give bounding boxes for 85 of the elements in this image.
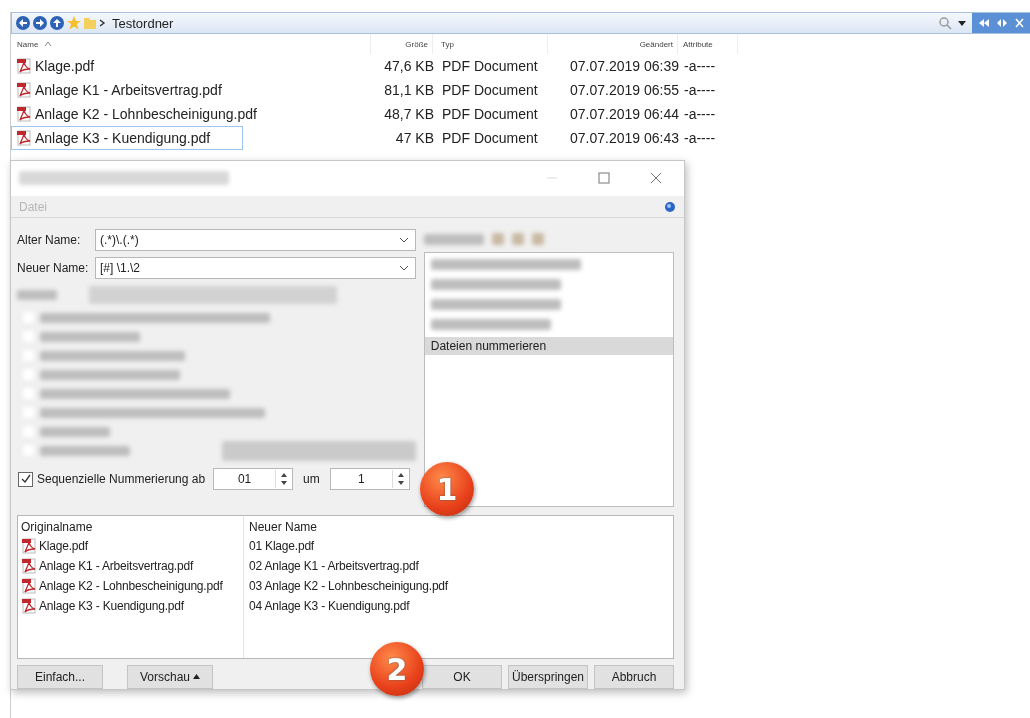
star-icon <box>66 15 82 31</box>
combo-field[interactable]: [#] \1.\2 <box>95 257 416 280</box>
maximize-icon <box>598 172 610 185</box>
list-item[interactable]: Dateien nummerieren <box>424 337 673 356</box>
pdf-file-icon <box>16 106 32 122</box>
redacted-text <box>17 290 57 301</box>
file-attributes: -a---- <box>683 106 717 122</box>
column-header[interactable]: Typ <box>433 34 548 54</box>
new-file-name: 02 Anlage K1 - Arbeitsvertrag.pdf <box>249 558 420 576</box>
new-file-name: 04 Anlage K3 - Kuendigung.pdf <box>249 598 411 616</box>
file-type: PDF Document <box>441 58 539 74</box>
redacted-icon <box>491 233 504 246</box>
file-size: 48,7 KB <box>383 106 434 122</box>
redacted-icon <box>531 233 544 246</box>
file-type: PDF Document <box>441 130 539 146</box>
dialog-button[interactable]: Vorschau <box>127 665 213 689</box>
file-name: Anlage K1 - Arbeitsvertrag.pdf <box>39 559 194 574</box>
caret-up-icon <box>193 674 200 680</box>
file-name: Anlage K3 - Kuendigung.pdf <box>39 599 184 614</box>
file-date: 07.07.2019 06:55 <box>569 82 679 98</box>
column-header[interactable]: Name <box>11 34 371 54</box>
checkmark-icon <box>20 474 31 485</box>
pdf-file-icon <box>16 58 32 74</box>
file-date: 07.07.2019 06:44 <box>569 106 679 122</box>
file-name: Klage.pdf <box>35 58 95 74</box>
dialog-button[interactable]: OK <box>422 665 502 689</box>
forward-icon <box>32 15 48 31</box>
pdf-file-icon <box>16 82 32 98</box>
double-left-arrow-icon <box>978 17 990 29</box>
breadcrumb-folder[interactable]: Testordner <box>112 15 174 31</box>
file-row[interactable]: Anlage K2 - Lohnbescheinigung.pdf 48,7 KB PDF Document 07.07.2019 06:44 -a---- <box>11 102 736 126</box>
file-size: 47,6 KB <box>383 58 434 74</box>
file-name: Anlage K1 - Arbeitsvertrag.pdf <box>35 82 222 98</box>
pdf-file-icon <box>21 538 37 555</box>
file-row[interactable]: Klage.pdf 47,6 KB PDF Document 07.07.2019 06:39 -a---- <box>11 54 736 78</box>
folder-icon <box>83 15 97 31</box>
dialog-button[interactable]: Einfach... <box>17 665 103 689</box>
dialog-button[interactable]: Überspringen <box>508 665 588 689</box>
field-label: Neuer Name: <box>17 261 90 276</box>
file-attributes: -a---- <box>683 82 717 98</box>
dialog-button[interactable]: Abbruch <box>594 665 674 689</box>
column-header[interactable]: Originalname <box>21 520 243 537</box>
back-icon <box>15 15 31 31</box>
file-attributes: -a---- <box>683 130 717 146</box>
field-label: Alter Name: <box>17 233 82 248</box>
redacted-text <box>40 426 110 437</box>
file-name: Anlage K2 - Lohnbescheinigung.pdf <box>39 579 223 594</box>
spin-field[interactable]: 01 <box>213 468 294 491</box>
file-name: Anlage K2 - Lohnbescheinigung.pdf <box>35 106 257 122</box>
file-row[interactable]: Anlage K1 - Arbeitsvertrag.pdf 81,1 KB PDF Document 07.07.2019 06:55 -a---- <box>11 78 736 102</box>
left-right-arrow-icon <box>996 17 1008 29</box>
help-icon <box>664 200 676 213</box>
redacted-icon <box>511 233 524 246</box>
file-type: PDF Document <box>441 82 539 98</box>
search-icon <box>938 16 952 30</box>
file-attributes: -a---- <box>683 58 717 74</box>
spin-field[interactable]: 1 <box>329 468 410 491</box>
file-size: 47 KB <box>394 130 434 146</box>
pdf-file-icon <box>21 558 37 575</box>
file-date: 07.07.2019 06:43 <box>569 130 679 146</box>
redacted-text <box>423 233 484 245</box>
file-type: PDF Document <box>441 106 539 122</box>
pdf-file-icon <box>21 578 37 595</box>
new-file-name: 03 Anlage K2 - Lohnbescheinigung.pdf <box>249 578 448 596</box>
up-icon <box>49 15 65 31</box>
column-header[interactable]: Attribute <box>678 34 738 54</box>
step-label: um <box>303 472 320 487</box>
column-header[interactable]: Größe <box>371 34 433 54</box>
pdf-file-icon <box>16 130 32 146</box>
chevron-down-icon <box>398 236 409 245</box>
file-name: Klage.pdf <box>39 539 88 554</box>
close-icon <box>650 172 662 185</box>
file-name: Anlage K3 - Kuendigung.pdf <box>35 130 211 146</box>
column-header[interactable]: Geändert <box>548 34 678 54</box>
pdf-file-icon <box>21 598 37 615</box>
close-icon <box>1014 17 1024 29</box>
column-header[interactable]: Neuer Name <box>249 520 448 537</box>
checkbox[interactable] <box>18 471 33 487</box>
chevron-down-icon <box>398 264 409 273</box>
checkbox-label: Sequenzielle Nummerierung ab <box>37 472 206 487</box>
sort-ascending-icon <box>44 40 53 48</box>
file-size: 81,1 KB <box>383 82 434 98</box>
file-date: 07.07.2019 06:39 <box>569 58 679 74</box>
new-file-name: 01 Klage.pdf <box>249 538 315 556</box>
combo-field[interactable]: (.*)\.(.*) <box>95 229 416 252</box>
